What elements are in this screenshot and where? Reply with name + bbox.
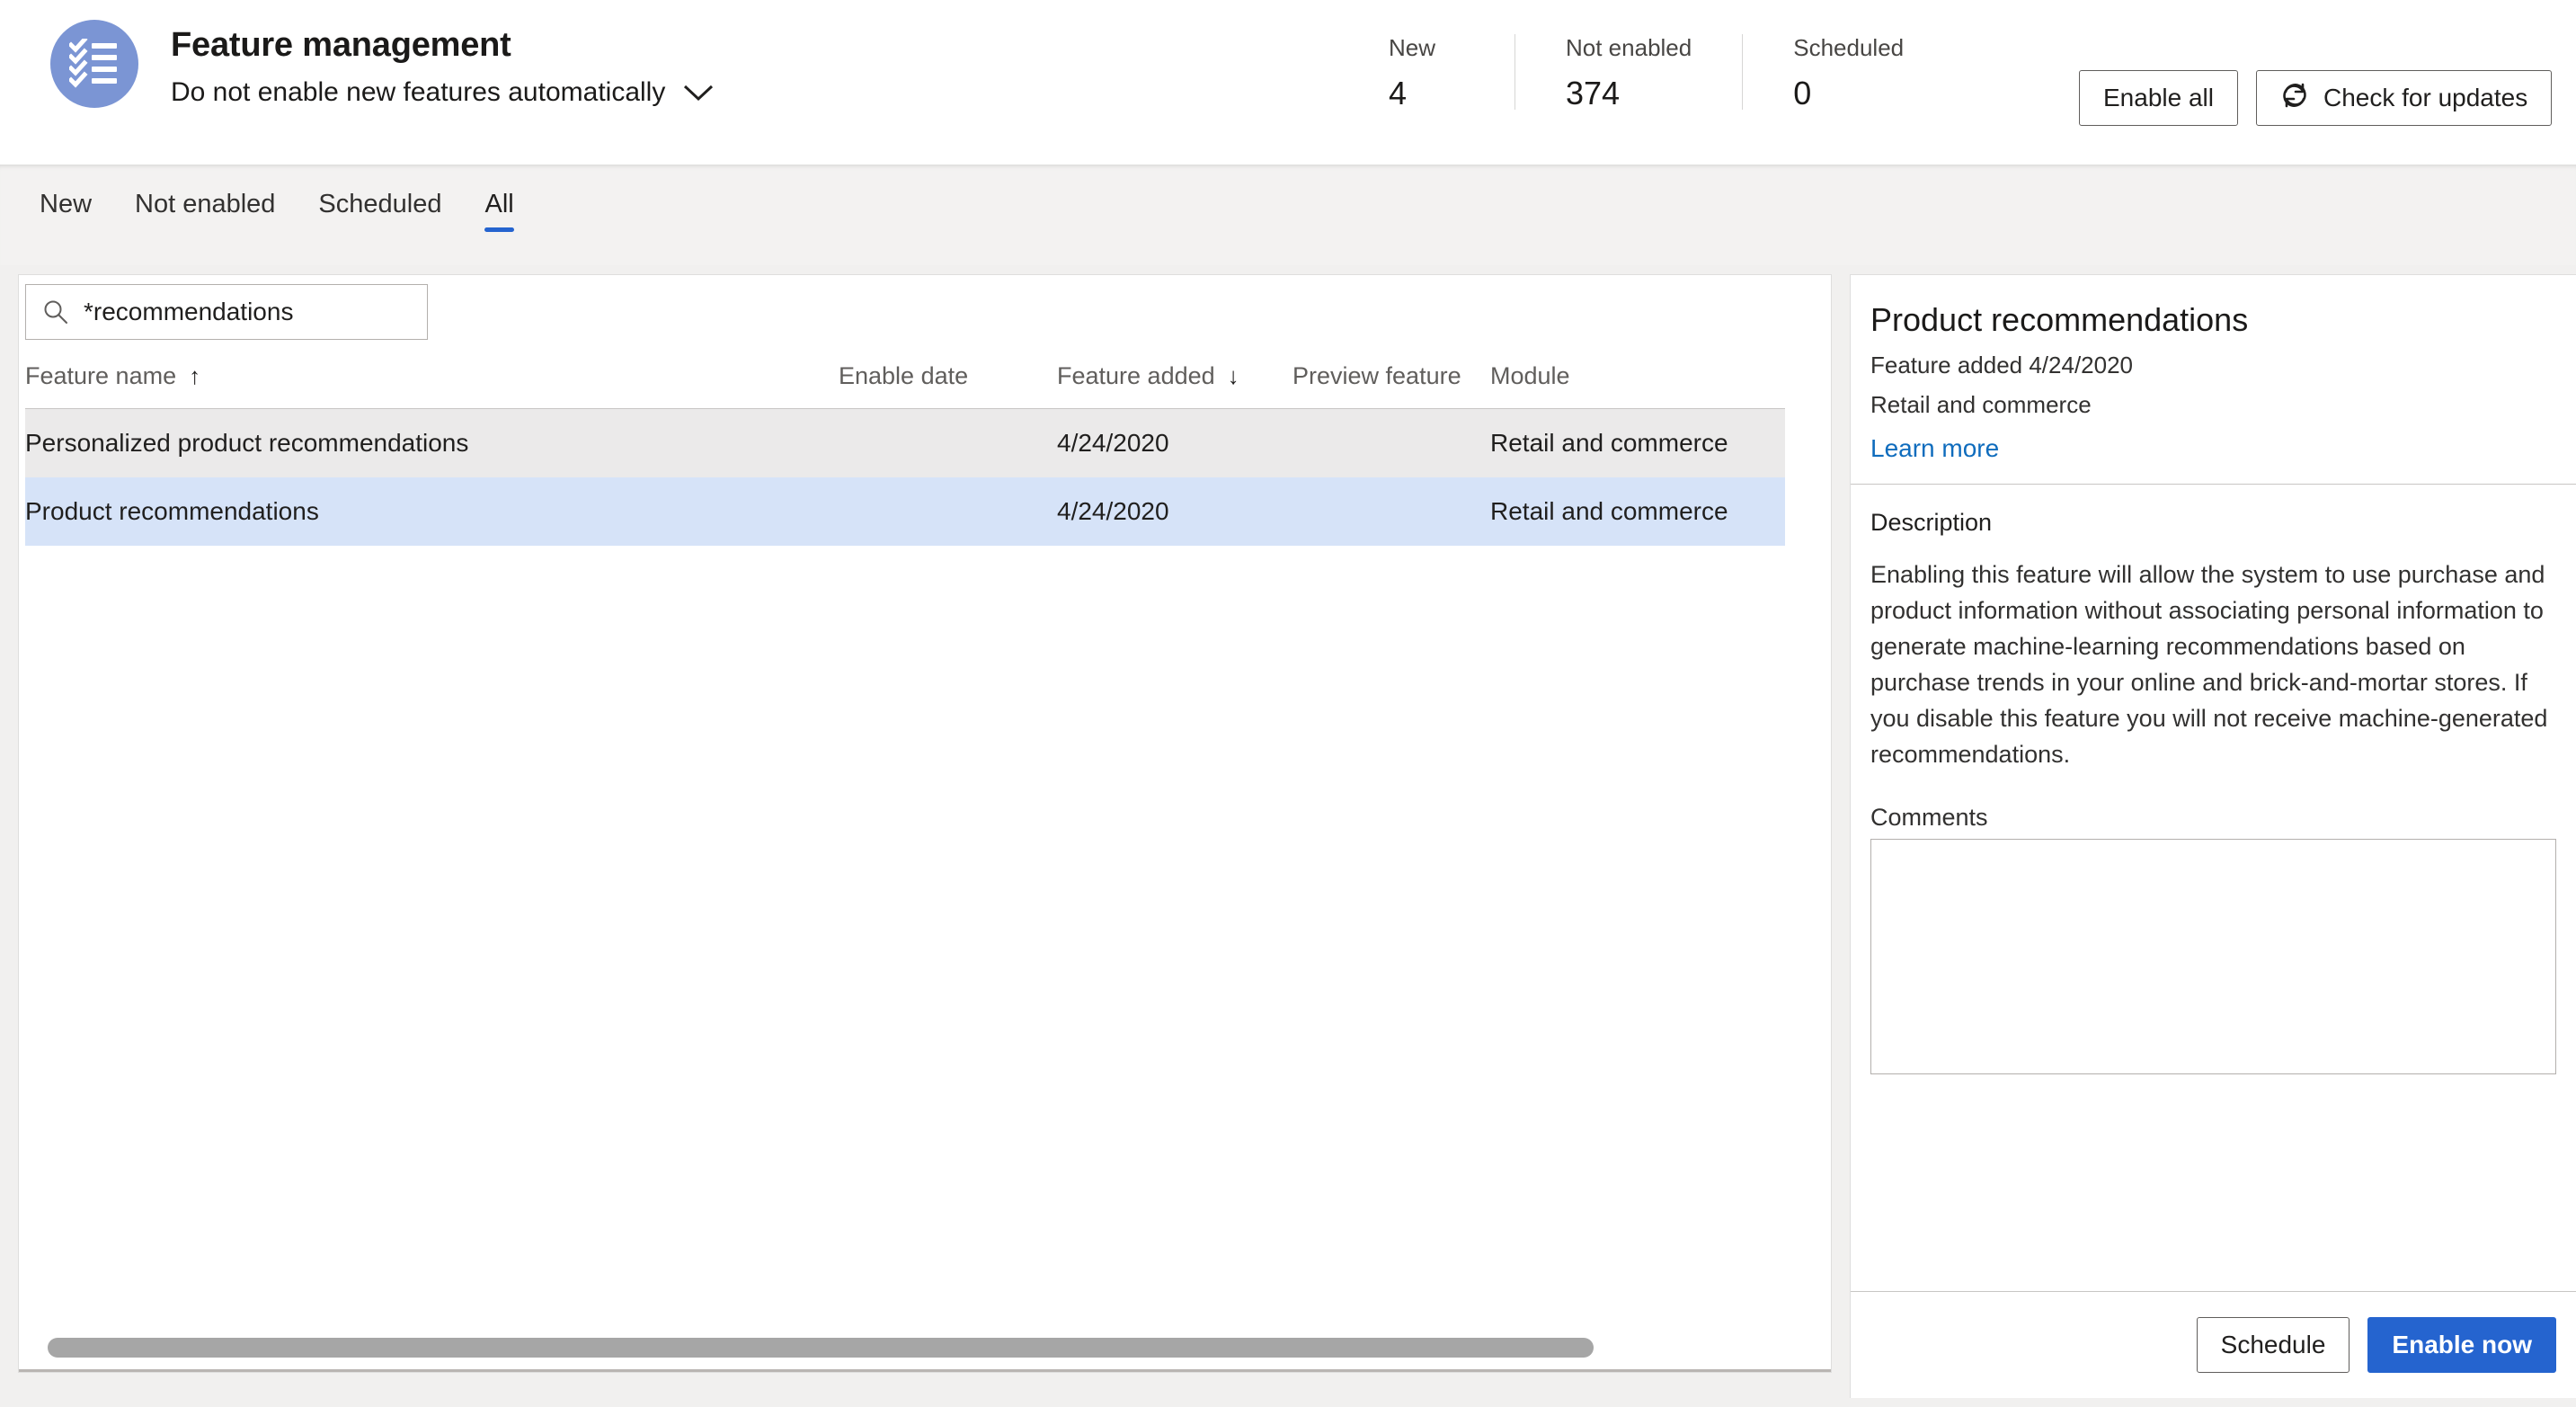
cell-feature-added: 4/24/2020 xyxy=(1057,477,1292,546)
refresh-icon xyxy=(2280,81,2309,116)
detail-module: Retail and commerce xyxy=(1870,391,2092,418)
cell-enable-date xyxy=(839,408,1057,477)
cell-module: Retail and commerce xyxy=(1490,477,1785,546)
search-input[interactable]: *recommendations xyxy=(25,284,428,340)
feature-grid: Feature name ↑ Enable date Feature added ↓… xyxy=(25,352,1785,546)
auto-enable-dropdown[interactable]: Do not enable new features automatically xyxy=(171,76,714,109)
stat-new: New 4 xyxy=(1389,34,1515,111)
feature-grid-header: Feature name ↑ Enable date Feature added ↓… xyxy=(25,352,1785,409)
title-block: Feature management Do not enable new fea… xyxy=(171,20,714,109)
tabstrip: New Not enabled Scheduled All xyxy=(0,165,2576,265)
stat-not-enabled-value: 374 xyxy=(1566,75,1621,111)
sort-ascending-icon: ↑ xyxy=(189,362,201,389)
stat-new-label: New xyxy=(1389,34,1436,61)
feature-grid-body: Personalized product recommendations 4/2… xyxy=(25,408,1785,546)
table-row[interactable]: Product recommendations 4/24/2020 Retail… xyxy=(25,477,1785,546)
tab-new[interactable]: New xyxy=(18,186,113,232)
comments-input[interactable] xyxy=(1870,839,2556,1074)
tab-all-label: All xyxy=(484,190,514,218)
column-header-preview-feature[interactable]: Preview feature xyxy=(1292,352,1490,409)
comments-label: Comments xyxy=(1870,804,1988,831)
search-icon xyxy=(42,298,69,325)
column-header-enable-date-label: Enable date xyxy=(839,362,969,389)
tab-all[interactable]: All xyxy=(463,186,535,232)
cell-enable-date xyxy=(839,477,1057,546)
column-header-preview-feature-label: Preview feature xyxy=(1292,362,1461,389)
list-card-bottom-divider xyxy=(19,1369,1831,1372)
tab-list: New Not enabled Scheduled All xyxy=(18,186,536,232)
chevron-down-icon xyxy=(683,84,714,102)
search-input-value: *recommendations xyxy=(84,298,294,325)
tab-new-label: New xyxy=(40,190,93,218)
detail-title: Product recommendations xyxy=(1870,301,2249,338)
column-header-feature-name[interactable]: Feature name ↑ xyxy=(25,352,839,409)
header-stats: New 4 Not enabled 374 Scheduled 0 xyxy=(1389,34,1954,111)
tab-not-enabled[interactable]: Not enabled xyxy=(113,186,297,232)
enable-all-button[interactable]: Enable all xyxy=(2079,70,2238,126)
feature-list-card: *recommendations Feature name ↑ Enable da… xyxy=(18,274,1832,1373)
column-header-feature-added[interactable]: Feature added ↓ xyxy=(1057,352,1292,409)
header-identity: Feature management Do not enable new fea… xyxy=(50,20,714,109)
sort-descending-icon: ↓ xyxy=(1227,362,1239,389)
column-header-module-label: Module xyxy=(1490,362,1570,389)
description-text: Enabling this feature will allow the sys… xyxy=(1870,561,2548,768)
check-for-updates-button[interactable]: Check for updates xyxy=(2255,70,2553,126)
detail-footer: Schedule Enable now xyxy=(1851,1292,2576,1398)
table-header-row: Feature name ↑ Enable date Feature added ↓… xyxy=(25,352,1785,409)
enable-now-button[interactable]: Enable now xyxy=(2367,1317,2556,1373)
checklist-icon xyxy=(50,20,138,108)
cell-feature-added: 4/24/2020 xyxy=(1057,408,1292,477)
stat-scheduled: Scheduled 0 xyxy=(1742,34,1954,111)
tab-not-enabled-label: Not enabled xyxy=(135,190,276,218)
detail-feature-added: Feature added 4/24/2020 xyxy=(1870,352,2134,378)
cell-feature-name: Personalized product recommendations xyxy=(25,408,839,477)
description-label: Description xyxy=(1870,509,1993,536)
cell-feature-name: Product recommendations xyxy=(25,477,839,546)
search-wrap: *recommendations xyxy=(25,284,428,340)
cell-preview-feature xyxy=(1292,477,1490,546)
stat-not-enabled: Not enabled 374 xyxy=(1515,34,1742,111)
schedule-label: Schedule xyxy=(2220,1331,2326,1358)
enable-now-label: Enable now xyxy=(2392,1331,2532,1358)
schedule-button[interactable]: Schedule xyxy=(2196,1317,2350,1373)
page-title: Feature management xyxy=(171,26,511,64)
horizontal-scrollbar-thumb[interactable] xyxy=(48,1338,1594,1358)
horizontal-scrollbar[interactable] xyxy=(25,1338,1785,1358)
tab-scheduled-label: Scheduled xyxy=(318,190,442,218)
detail-body: Description Enabling this feature will a… xyxy=(1851,485,2576,1074)
check-for-updates-label: Check for updates xyxy=(2323,84,2528,111)
detail-header: Product recommendations Feature added 4/… xyxy=(1851,275,2576,464)
learn-more-link[interactable]: Learn more xyxy=(1870,433,1999,464)
stat-not-enabled-label: Not enabled xyxy=(1566,34,1692,61)
auto-enable-dropdown-label: Do not enable new features automatically xyxy=(171,77,666,107)
column-header-enable-date[interactable]: Enable date xyxy=(839,352,1057,409)
stat-new-value: 4 xyxy=(1389,75,1408,111)
stat-scheduled-label: Scheduled xyxy=(1793,34,1905,61)
table-row[interactable]: Personalized product recommendations 4/2… xyxy=(25,408,1785,477)
column-header-feature-added-label: Feature added xyxy=(1057,362,1215,389)
column-header-feature-name-label: Feature name xyxy=(25,362,177,389)
feature-detail-panel: Product recommendations Feature added 4/… xyxy=(1850,274,2576,1398)
stat-scheduled-value: 0 xyxy=(1793,75,1812,111)
header-actions: Enable all Check for updates xyxy=(2079,70,2553,126)
column-header-module[interactable]: Module xyxy=(1490,352,1785,409)
app-header: Feature management Do not enable new fea… xyxy=(0,0,2576,165)
cell-preview-feature xyxy=(1292,408,1490,477)
cell-module: Retail and commerce xyxy=(1490,408,1785,477)
enable-all-label: Enable all xyxy=(2103,84,2214,111)
tab-scheduled[interactable]: Scheduled xyxy=(297,186,463,232)
